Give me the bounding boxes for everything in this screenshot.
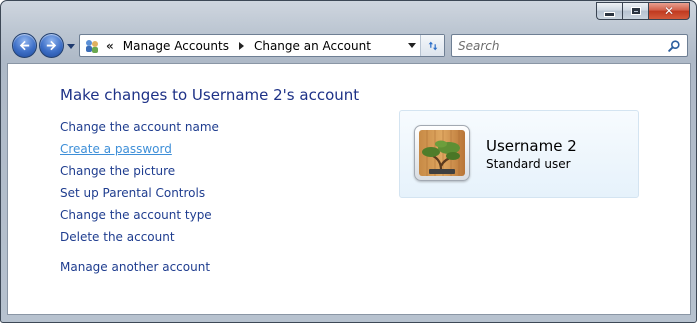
avatar	[414, 125, 470, 181]
maximize-button[interactable]	[622, 2, 648, 20]
forward-arrow-icon	[46, 40, 57, 51]
change-picture-link[interactable]: Change the picture	[60, 164, 175, 178]
search-box[interactable]	[451, 34, 688, 57]
refresh-icon	[428, 41, 437, 50]
search-input[interactable]	[452, 35, 664, 56]
refresh-button[interactable]	[420, 35, 444, 56]
close-button[interactable]: ✕	[648, 2, 690, 20]
search-icon[interactable]	[664, 36, 684, 56]
content-pane: Make changes to Username 2's account Cha…	[7, 63, 691, 315]
bonsai-picture-icon	[419, 130, 465, 176]
user-accounts-icon	[86, 39, 98, 53]
maximize-icon	[630, 7, 641, 15]
breadcrumb-overflow-icon[interactable]: «	[106, 39, 114, 53]
page-title: Make changes to Username 2's account	[60, 86, 360, 104]
caption-buttons: ✕	[596, 2, 690, 20]
change-account-type-link[interactable]: Change the account type	[60, 208, 212, 222]
change-account-name-link[interactable]: Change the account name	[60, 120, 219, 134]
minimize-icon	[604, 11, 615, 17]
breadcrumb-change-account[interactable]: Change an Account	[254, 39, 371, 53]
recent-pages-dropdown[interactable]	[66, 42, 76, 50]
forward-button[interactable]	[39, 33, 64, 58]
address-dropdown-icon[interactable]	[408, 43, 416, 48]
close-icon: ✕	[663, 4, 675, 18]
account-name: Username 2	[486, 137, 577, 155]
breadcrumb-separator-icon[interactable]	[238, 41, 244, 50]
back-arrow-icon	[19, 40, 30, 51]
back-button[interactable]	[12, 33, 37, 58]
account-type: Standard user	[486, 157, 571, 171]
minimize-button[interactable]	[596, 2, 622, 20]
breadcrumb-manage-accounts[interactable]: Manage Accounts	[123, 39, 229, 53]
parental-controls-link[interactable]: Set up Parental Controls	[60, 186, 205, 200]
create-password-link[interactable]: Create a password	[60, 142, 172, 156]
address-bar[interactable]: « Manage Accounts Change an Account	[79, 34, 445, 57]
window-frame: ✕ « Manage Accounts Change an Account Se…	[0, 0, 697, 323]
account-card: Username 2 Standard user	[399, 110, 639, 198]
delete-account-link[interactable]: Delete the account	[60, 230, 175, 244]
manage-another-account-link[interactable]: Manage another account	[60, 260, 210, 274]
